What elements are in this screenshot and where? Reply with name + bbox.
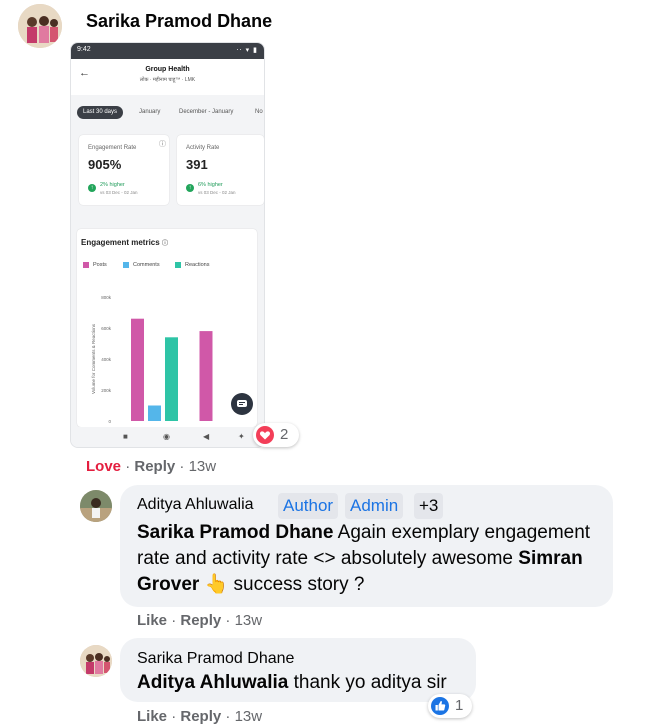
engagement-chart: Volume for Comments & Reactions 800k 600k 4…	[91, 295, 213, 424]
comment-actions: Like · Reply · 13w	[137, 612, 263, 629]
post-reactions[interactable]: 2	[253, 423, 299, 447]
post-author-avatar[interactable]	[18, 4, 62, 48]
love-reaction-icon	[256, 426, 274, 444]
y-tick-label: 600k	[101, 326, 112, 331]
engagement-delta-sub: vs 03 Dec - 02 Jan	[100, 190, 138, 195]
comment-text: Sarika Pramod Dhane Again exemplary enga…	[137, 522, 591, 595]
phone-navigation-bar: ■ ◉ ◀ ✦	[71, 427, 264, 447]
app-title: Group Health	[145, 66, 190, 73]
comment-time[interactable]: 13w	[235, 612, 263, 629]
legend-swatch-posts	[83, 262, 89, 268]
comment-text: Aditya Ahluwalia thank yo aditya sir	[137, 672, 447, 693]
post-actions: Love · Reply · 13w	[86, 458, 217, 475]
app-subtitle: लोक · महीनाम चाहू™ · LMK	[139, 77, 196, 83]
reply-link[interactable]: Reply	[180, 708, 221, 725]
like-link[interactable]: Like	[137, 708, 167, 725]
activity-rate-value: 391	[186, 157, 208, 172]
info-icon: ⓘ	[159, 141, 166, 148]
status-time: 9:42	[77, 46, 91, 53]
like-reaction-icon	[431, 697, 449, 715]
love-link[interactable]: Love	[86, 458, 121, 475]
post-author-name[interactable]: Sarika Pramod Dhane	[86, 11, 272, 32]
y-tick-label: 400k	[101, 357, 112, 362]
y-tick-label: 0	[108, 419, 111, 424]
comment-author[interactable]: Sarika Pramod Dhane	[137, 650, 294, 668]
chip-more: No	[255, 109, 263, 115]
app-header: ← Group Health लोक · महीनाम चाहू™ · LMK	[71, 59, 264, 95]
bar-posts	[131, 318, 144, 421]
engagement-rate-value: 905%	[88, 157, 122, 172]
up-arrow-icon: ↑	[88, 184, 96, 192]
reaction-count: 2	[280, 426, 289, 443]
up-arrow-icon: ↑	[186, 184, 194, 192]
activity-delta-sub: vs 03 Dec - 02 Jan	[198, 190, 236, 195]
commenter-avatar[interactable]	[80, 645, 112, 677]
status-icons: ⋅⋅ ▾ ▮	[236, 47, 258, 54]
commenter-avatar[interactable]	[80, 490, 112, 522]
legend-reactions: Reactions	[185, 262, 210, 268]
reply-link[interactable]: Reply	[134, 458, 175, 475]
engagement-delta: 2% higher	[100, 182, 125, 188]
bar-reactions	[165, 337, 178, 421]
comment-author[interactable]: Aditya Ahluwalia	[137, 496, 254, 514]
accessibility-icon: ✦	[238, 432, 245, 441]
y-tick-label: 800k	[101, 295, 112, 300]
legend-posts: Posts	[93, 262, 107, 268]
chip-december-january: December - January	[179, 109, 234, 115]
activity-rate-label: Activity Rate	[186, 145, 220, 151]
engagement-rate-label: Engagement Rate	[88, 145, 137, 151]
comment-reactions[interactable]: 1	[428, 694, 472, 718]
back-icon: ◀	[203, 432, 210, 441]
like-count: 1	[455, 697, 464, 714]
bar-comments	[148, 405, 161, 421]
mention-link[interactable]: Aditya Ahluwalia	[137, 672, 288, 693]
like-link[interactable]: Like	[137, 612, 167, 629]
chat-bubble-button	[231, 393, 253, 415]
chip-january: January	[139, 109, 161, 115]
home-icon: ◉	[163, 432, 170, 441]
bar-posts	[199, 331, 213, 421]
legend-swatch-comments	[123, 262, 129, 268]
y-tick-label: 200k	[101, 388, 112, 393]
recent-apps-icon: ■	[123, 432, 128, 441]
more-badges[interactable]: +3	[414, 493, 444, 519]
admin-badge[interactable]: Admin	[345, 493, 404, 519]
comment-time[interactable]: 13w	[235, 708, 263, 725]
chat-icon	[237, 400, 247, 407]
post-time[interactable]: 13w	[189, 458, 217, 475]
activity-delta: 6% higher	[198, 182, 223, 188]
reply-link[interactable]: Reply	[180, 612, 221, 629]
y-axis-label: Volume for Comments & Reactions	[91, 323, 96, 394]
engagement-metrics-title: Engagement metrics ⓘ	[81, 238, 168, 247]
comment-actions: Like · Reply · 13w	[137, 708, 263, 725]
attached-screenshot[interactable]: 9:42 ⋅⋅ ▾ ▮ ← Group Health लोक · महीनाम …	[70, 42, 265, 448]
legend-comments: Comments	[133, 262, 160, 268]
mention-link[interactable]: Sarika Pramod Dhane	[137, 522, 333, 543]
info-icon: ⓘ	[161, 241, 168, 247]
legend-swatch-reactions	[175, 262, 181, 268]
phone-status-bar: 9:42 ⋅⋅ ▾ ▮	[71, 43, 264, 59]
author-badge[interactable]: Author	[278, 493, 339, 519]
chip-last-30-days: Last 30 days	[77, 106, 124, 119]
